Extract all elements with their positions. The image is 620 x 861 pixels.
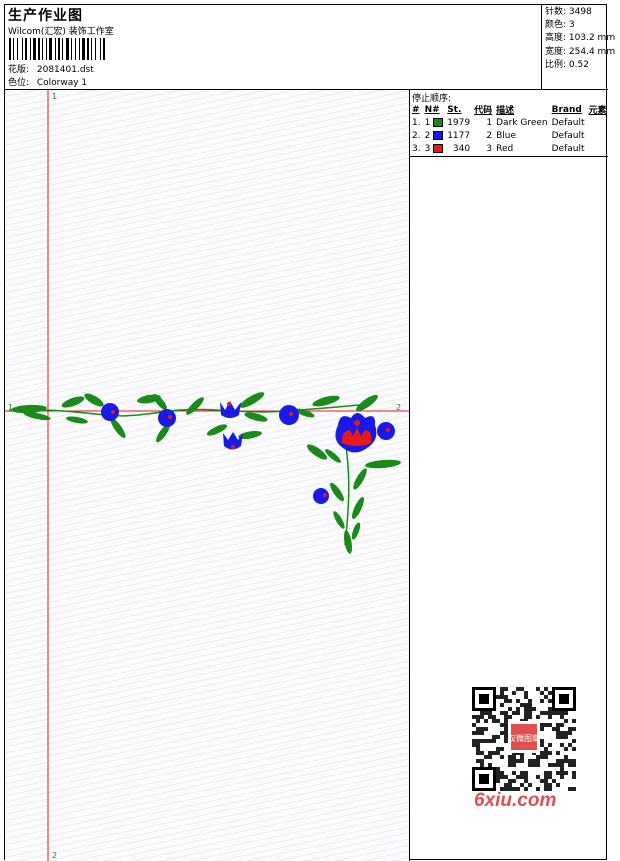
col-stitches: St. [447,104,462,115]
col-description: 描述 [496,106,515,116]
row-description: Blue [496,130,517,141]
barcode [9,38,143,60]
page-title: 生产作业图 [8,8,83,24]
sheet-header: 生产作业图 Wilcom(汇宏) 装饰工作室 花版: 2081401.dst 色… [5,5,616,90]
design-file-value: 2081401.dst [36,65,94,75]
row-element [587,142,609,155]
row-code: 3 [486,143,493,154]
row-stitches: 1979 [447,117,471,128]
stat-scale: 比例: 0.52 [545,59,589,70]
col-index: # [412,104,420,115]
stop-sequence-table: # N# St. 代码 描述 Brand 元素 1. 1 1979 1 Dark Gr… [410,103,609,155]
design-stats: 针数: 3498 颜色: 3 高度: 103.2 mm 宽度: 254.4 mm… [541,5,616,90]
studio-name: Wilcom(汇宏) 装饰工作室 [8,27,114,37]
stop-row: 3. 3 340 3 Red Default [410,142,609,155]
row-stitches: 340 [452,143,471,154]
row-element [587,129,609,142]
qr-code: 汉微图章 [466,681,582,797]
colorway-value: Colorway 1 [36,78,88,88]
colorway-row: 色位: Colorway 1 [8,75,87,88]
row-brand: Default [551,143,585,154]
axis-label-v-top: 1 [52,92,57,101]
stat-colors: 颜色: 3 [545,20,575,31]
row-needle: 1 [423,116,446,129]
row-brand: Default [551,130,585,141]
row-index: 2. [412,130,421,141]
axis-label-v-bottom: 2 [52,851,57,860]
stop-sequence-header: # N# St. 代码 描述 Brand 元素 [410,103,609,117]
design-file-row: 花版: 2081401.dst [8,62,94,75]
row-brand: Default [551,117,585,128]
col-brand: Brand [551,104,582,115]
row-needle: 3 [423,142,446,155]
row-index: 1. [412,117,421,128]
color-swatch [433,117,444,127]
color-swatch [433,130,444,140]
col-element: 元素 [588,106,607,116]
stop-row: 1. 1 1979 1 Dark Green Default [410,116,609,129]
color-swatch [433,143,444,153]
stop-sequence: 停止顺序: # N# St. 代码 描述 Brand 元素 1. 1 1979 1 D… [410,90,608,157]
seal-stamp: 汉微图章 [508,733,540,743]
colorway-label: 色位: [8,78,30,88]
row-stitches: 1177 [447,130,471,141]
row-code: 1 [486,117,493,128]
watermark-text: 6xiu.com [474,790,557,811]
row-index: 3. [412,143,421,154]
row-code: 2 [486,130,493,141]
stat-width: 宽度: 254.4 mm [545,46,616,57]
stat-height: 高度: 103.2 mm [545,33,616,44]
axis-label-h-right: 2 [396,403,401,412]
design-preview: 1 2 1 2 [5,90,410,861]
row-element [587,116,609,129]
row-needle: 2 [423,129,446,142]
stat-stitches: 针数: 3498 [545,7,592,17]
row-description: Red [496,143,514,154]
embroidery-preview: 1 2 1 2 [5,90,409,861]
row-description: Dark Green [496,117,548,128]
design-file-label: 花版: [8,65,30,75]
stop-row: 2. 2 1177 2 Blue Default [410,129,609,142]
embroidery-design [8,392,401,554]
col-code: 代码 [474,106,493,116]
col-needle: N# [424,104,440,115]
